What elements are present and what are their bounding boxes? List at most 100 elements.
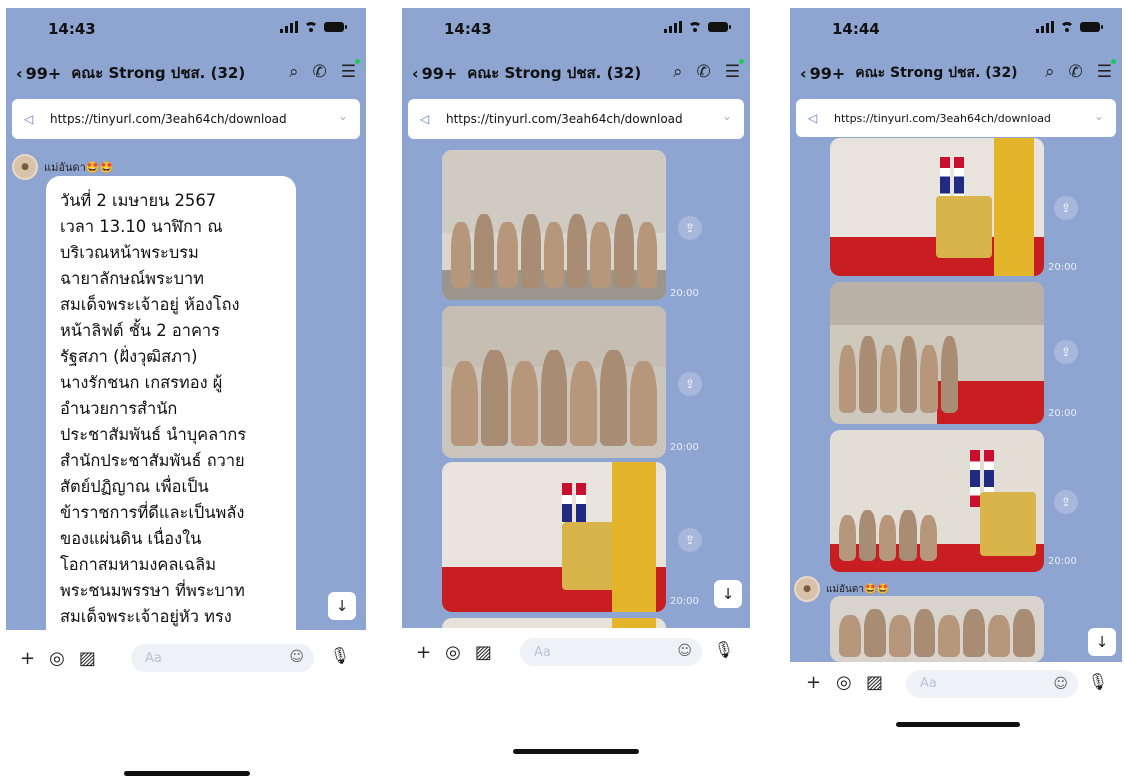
megaphone-icon: ◁ — [808, 111, 818, 125]
phone-icon[interactable]: ✆ — [313, 62, 327, 82]
chevron-down-icon[interactable]: ⌄ — [722, 109, 732, 123]
phone-icon[interactable]: ✆ — [697, 62, 711, 82]
battery-icon — [1080, 22, 1103, 32]
input-placeholder: Aa — [534, 644, 551, 660]
image-icon[interactable]: ▨ — [79, 648, 96, 669]
unread-count: 99+ — [25, 63, 62, 83]
link-url[interactable]: https://tinyurl.com/3eah64ch/download — [50, 112, 287, 126]
menu-icon[interactable]: ☰ — [725, 59, 744, 82]
phone-screen-1: 14:43 ‹ 99+ คณะ Strong ปชส. (32) ⌕ ✆ ☰ ◁ … — [6, 8, 366, 700]
arrow-down-icon[interactable]: ↓ — [1088, 628, 1116, 656]
input-placeholder: Aa — [920, 676, 937, 691]
battery-icon — [708, 22, 731, 32]
back-button[interactable]: ‹ 99+ — [800, 64, 845, 83]
chevron-down-icon[interactable]: ⌄ — [1094, 109, 1104, 123]
mic-icon[interactable]: 🎙 — [714, 640, 734, 659]
image-icon[interactable]: ▨ — [475, 642, 492, 663]
link-banner[interactable]: ◁ https://tinyurl.com/3eah64ch/download … — [796, 99, 1116, 137]
message-composer: + ◎ ▨ Aa ☺ 🎙 — [790, 662, 1122, 710]
back-button[interactable]: ‹ 99+ — [16, 64, 61, 83]
arrow-down-icon[interactable]: ↓ — [328, 592, 356, 620]
status-icons — [664, 21, 731, 33]
menu-icon[interactable]: ☰ — [341, 59, 360, 82]
message-input[interactable]: Aa ☺ — [520, 638, 702, 666]
link-banner[interactable]: ◁ https://tinyurl.com/3eah64ch/download … — [12, 99, 360, 139]
share-icon[interactable]: ⇪ — [1054, 340, 1078, 364]
status-bar: 14:43 — [402, 8, 750, 48]
photo-timestamp: 20:00 — [670, 288, 699, 299]
share-icon[interactable]: ⇪ — [1054, 196, 1078, 220]
message-input[interactable]: Aa ☺ — [906, 670, 1078, 698]
home-indicator — [513, 749, 639, 754]
emoji-icon[interactable]: ☺ — [289, 649, 304, 665]
search-icon[interactable]: ⌕ — [289, 62, 299, 82]
share-icon[interactable]: ⇪ — [678, 372, 702, 396]
plus-icon[interactable]: + — [806, 672, 821, 693]
phone-icon[interactable]: ✆ — [1069, 62, 1083, 82]
search-icon[interactable]: ⌕ — [1045, 62, 1055, 82]
arrow-down-icon[interactable]: ↓ — [714, 580, 742, 608]
avatar[interactable]: ● — [12, 154, 38, 180]
chat-title: คณะ Strong ปชส. (32) — [855, 65, 1018, 81]
link-url[interactable]: https://tinyurl.com/3eah64ch/download — [834, 112, 1051, 125]
search-icon[interactable]: ⌕ — [673, 62, 683, 82]
signal-icon — [1036, 21, 1054, 33]
input-placeholder: Aa — [145, 650, 162, 666]
battery-icon — [324, 22, 347, 32]
menu-icon[interactable]: ☰ — [1097, 59, 1116, 82]
chat-title: คณะ Strong ปชส. (32) — [71, 64, 246, 82]
chevron-left-icon: ‹ — [412, 63, 419, 83]
chevron-left-icon: ‹ — [800, 63, 807, 83]
chat-photo[interactable] — [830, 430, 1044, 572]
camera-icon[interactable]: ◎ — [49, 648, 65, 669]
message-composer: + ◎ ▨ Aa ☺ 🎙 — [6, 630, 366, 700]
home-indicator — [896, 722, 1020, 727]
chat-title: คณะ Strong ปชส. (32) — [467, 64, 642, 82]
mic-icon[interactable]: 🎙 — [1088, 672, 1108, 691]
chat-photo[interactable] — [830, 596, 1044, 662]
home-indicator — [124, 771, 250, 776]
image-icon[interactable]: ▨ — [866, 672, 883, 693]
share-icon[interactable]: ⇪ — [678, 528, 702, 552]
message-input[interactable]: Aa ☺ — [131, 644, 314, 672]
plus-icon[interactable]: + — [416, 642, 431, 663]
phone-screen-2: 14:43 ‹ 99+ คณะ Strong ปชส. (32) ⌕ ✆ ☰ ◁ … — [402, 8, 750, 688]
chevron-down-icon[interactable]: ⌄ — [338, 109, 348, 123]
status-time: 14:44 — [832, 20, 880, 38]
message-bubble[interactable]: วันที่ 2 เมษายน 2567 เวลา 13.10 นาฬิกา ณ… — [46, 176, 296, 700]
wifi-icon — [304, 22, 318, 32]
chat-header: ‹ 99+ คณะ Strong ปชส. (32) ⌕ ✆ ☰ — [6, 58, 366, 88]
message-sender: ● แม่อันดา🤩🤩 — [794, 576, 889, 602]
photo-timestamp: 20:00 — [670, 596, 699, 607]
megaphone-icon: ◁ — [24, 112, 34, 126]
wifi-icon — [1060, 22, 1074, 32]
unread-count: 99+ — [809, 63, 846, 83]
share-icon[interactable]: ⇪ — [678, 216, 702, 240]
emoji-icon[interactable]: ☺ — [677, 643, 692, 659]
mic-icon[interactable]: 🎙 — [330, 646, 350, 665]
photo-timestamp: 20:00 — [1048, 262, 1077, 273]
chat-photo[interactable] — [830, 138, 1044, 276]
chat-photo[interactable] — [830, 282, 1044, 424]
chat-header: ‹ 99+ คณะ Strong ปชส. (32) ⌕ ✆ ☰ — [402, 58, 750, 88]
avatar[interactable]: ● — [794, 576, 820, 602]
chat-photo[interactable] — [442, 462, 666, 612]
back-button[interactable]: ‹ 99+ — [412, 64, 457, 83]
share-icon[interactable]: ⇪ — [1054, 490, 1078, 514]
emoji-icon[interactable]: ☺ — [1053, 670, 1068, 698]
status-icons — [280, 21, 347, 33]
link-banner[interactable]: ◁ https://tinyurl.com/3eah64ch/download … — [408, 99, 744, 139]
signal-icon — [664, 21, 682, 33]
chat-photo[interactable] — [442, 306, 666, 458]
megaphone-icon: ◁ — [420, 112, 430, 126]
chat-photo[interactable] — [442, 150, 666, 300]
signal-icon — [280, 21, 298, 33]
sender-name: แม่อันดา🤩🤩 — [826, 583, 889, 595]
camera-icon[interactable]: ◎ — [445, 642, 461, 663]
camera-icon[interactable]: ◎ — [836, 672, 852, 693]
unread-count: 99+ — [421, 63, 458, 83]
plus-icon[interactable]: + — [20, 648, 35, 669]
chat-header: ‹ 99+ คณะ Strong ปชส. (32) ⌕ ✆ ☰ — [790, 58, 1122, 88]
link-url[interactable]: https://tinyurl.com/3eah64ch/download — [446, 112, 683, 126]
status-time: 14:43 — [444, 20, 492, 38]
